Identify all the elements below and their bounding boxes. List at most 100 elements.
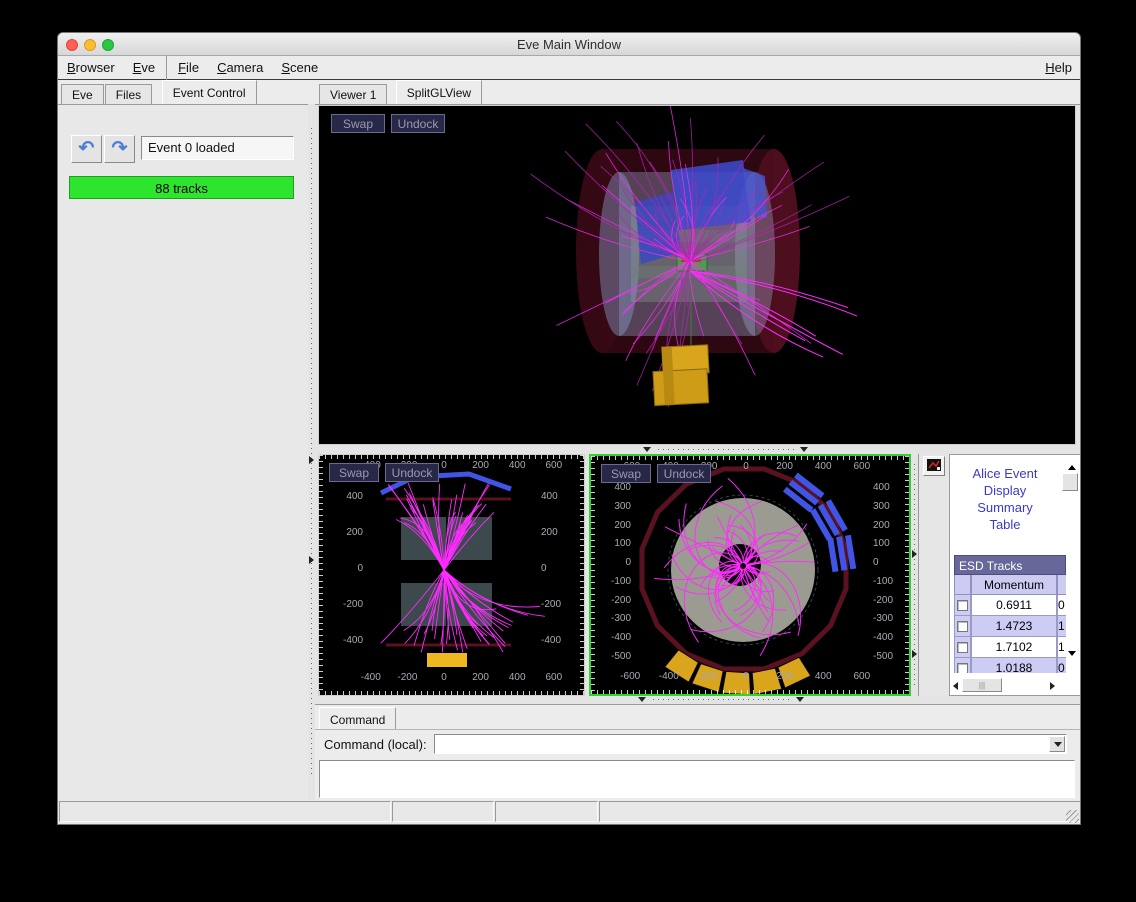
- axis-tick-label: 400: [815, 671, 832, 682]
- command-input[interactable]: [434, 734, 1067, 754]
- titlebar[interactable]: Eve Main Window: [58, 33, 1080, 56]
- clipped-column-header: [1057, 575, 1066, 595]
- menu-eve[interactable]: Eve: [124, 56, 164, 80]
- row-checkbox[interactable]: [957, 621, 968, 632]
- summary-strip: [918, 454, 949, 696]
- axis-tick-label: -500: [611, 651, 631, 662]
- menu-browser[interactable]: Browser: [58, 56, 124, 80]
- desktop: Eve Main Window BrowserEveFileCameraScen…: [0, 0, 1136, 902]
- axis-tick-label: 200: [472, 460, 489, 471]
- summary-title-line: Table: [950, 516, 1060, 533]
- axis-tick-label: 200: [776, 671, 793, 682]
- table-row[interactable]: 1.47231: [954, 616, 1066, 637]
- main-splitter[interactable]: [318, 446, 1076, 454]
- swap-button[interactable]: Swap: [331, 114, 385, 133]
- axis-tick-label: 400: [614, 482, 631, 493]
- axis-tick-label: 200: [472, 672, 489, 683]
- axis-tick-label: -300: [611, 613, 631, 624]
- momentum-cell: 1.7102: [971, 637, 1057, 658]
- tab-event-control[interactable]: Event Control: [162, 80, 257, 104]
- tab-viewer-1[interactable]: Viewer 1: [319, 84, 387, 104]
- row-checkbox[interactable]: [957, 642, 968, 653]
- axis-tick-label: -200: [541, 599, 561, 610]
- swap-button[interactable]: Swap: [329, 463, 379, 482]
- menu-help[interactable]: Help: [1045, 60, 1072, 75]
- axis-tick-label: 100: [614, 538, 631, 549]
- axis-tick-label: -400: [361, 672, 381, 683]
- bottom-splitter[interactable]: [318, 696, 1076, 704]
- command-output[interactable]: [319, 760, 1075, 798]
- status-segment-3: [495, 801, 598, 822]
- canvas-icon[interactable]: [923, 456, 945, 476]
- esd-table-rows: 0.691101.472311.710211.01880: [954, 595, 1066, 673]
- axis-tick-label: -200: [343, 599, 363, 610]
- axis-tick-label: 400: [873, 482, 890, 493]
- esd-table-header-row: Momentum: [954, 575, 1066, 595]
- tab-eve[interactable]: Eve: [61, 84, 104, 104]
- axis-tick-label: 400: [346, 491, 363, 502]
- row-checkbox[interactable]: [957, 600, 968, 611]
- viewer-rhoz[interactable]: Swap Undock -400-400-200-200002002004004…: [318, 454, 585, 696]
- previous-event-button[interactable]: ↶: [71, 135, 102, 163]
- axis-tick-label: 0: [441, 460, 447, 471]
- axis-tick-label: 200: [776, 461, 793, 472]
- axis-tick-label: -400: [541, 635, 561, 646]
- momentum-cell: 0.6911: [971, 595, 1057, 616]
- summary-title-line: Display: [950, 482, 1060, 499]
- next-event-button[interactable]: ↷: [104, 135, 135, 163]
- axis-tick-label: 600: [545, 672, 562, 683]
- menu-scene[interactable]: Scene: [272, 56, 327, 80]
- right-splitter[interactable]: [911, 454, 918, 696]
- axis-tick-label: -100: [873, 576, 893, 587]
- axis-tick-label: 0: [743, 671, 749, 682]
- axis-tick-label: 400: [541, 491, 558, 502]
- tracks-count-badge: 88 tracks: [69, 176, 294, 199]
- axis-tick-label: -200: [397, 672, 417, 683]
- command-panel: Command Command (local):: [315, 704, 1081, 801]
- axis-tick-label: -400: [873, 632, 893, 643]
- detector-3d-render: [319, 106, 1075, 444]
- menu-items: BrowserEveFileCameraScene: [58, 59, 327, 76]
- table-row[interactable]: 1.71021: [954, 637, 1066, 658]
- left-splitter[interactable]: [308, 104, 315, 801]
- undock-button[interactable]: Undock: [657, 464, 711, 483]
- undock-button[interactable]: Undock: [391, 114, 445, 133]
- axis-tick-label: 100: [873, 538, 890, 549]
- event-status-field[interactable]: Event 0 loaded: [141, 136, 294, 160]
- axis-tick-label: 200: [346, 527, 363, 538]
- axis-tick-label: -200: [611, 595, 631, 606]
- menu-camera[interactable]: Camera: [208, 56, 272, 80]
- status-segment-2: [392, 801, 494, 822]
- tab-command[interactable]: Command: [319, 707, 396, 729]
- viewer-rphi[interactable]: Swap Undock -600-600-400-400-200-2000020…: [589, 454, 911, 696]
- table-row[interactable]: 0.69110: [954, 595, 1066, 616]
- tab-files[interactable]: Files: [105, 84, 152, 104]
- axis-tick-label: -300: [873, 613, 893, 624]
- table-row[interactable]: 1.01880: [954, 658, 1066, 673]
- axis-tick-label: 600: [853, 671, 870, 682]
- detector-rphi-render: [591, 456, 909, 694]
- axis-tick-label: 0: [873, 557, 879, 568]
- swap-button[interactable]: Swap: [601, 464, 651, 483]
- tab-splitglview[interactable]: SplitGLView: [396, 80, 482, 104]
- vscroll-thumb[interactable]: [1062, 473, 1078, 491]
- axis-tick-label: -500: [873, 651, 893, 662]
- viewer-3d[interactable]: Swap Undock: [318, 105, 1076, 445]
- row-checkbox[interactable]: [957, 663, 968, 674]
- menu-file[interactable]: File: [169, 56, 208, 80]
- undock-button[interactable]: Undock: [385, 463, 439, 482]
- axis-tick-label: -100: [611, 576, 631, 587]
- axis-tick-label: 200: [873, 520, 890, 531]
- axis-tick-label: 400: [509, 672, 526, 683]
- resize-grip[interactable]: [1066, 810, 1079, 823]
- axis-tick-label: 400: [509, 460, 526, 471]
- hscroll-thumb[interactable]: |||: [962, 678, 1002, 692]
- status-segment-1: [59, 801, 391, 822]
- clipped-cell: 1: [1057, 616, 1066, 637]
- axis-tick-label: 0: [625, 557, 631, 568]
- summary-title-line: Alice Event: [950, 465, 1060, 482]
- axis-tick-label: 0: [743, 461, 749, 472]
- command-dropdown-button[interactable]: [1049, 736, 1065, 752]
- axis-tick-label: 600: [853, 461, 870, 472]
- table-hscrollbar[interactable]: |||: [952, 678, 1060, 693]
